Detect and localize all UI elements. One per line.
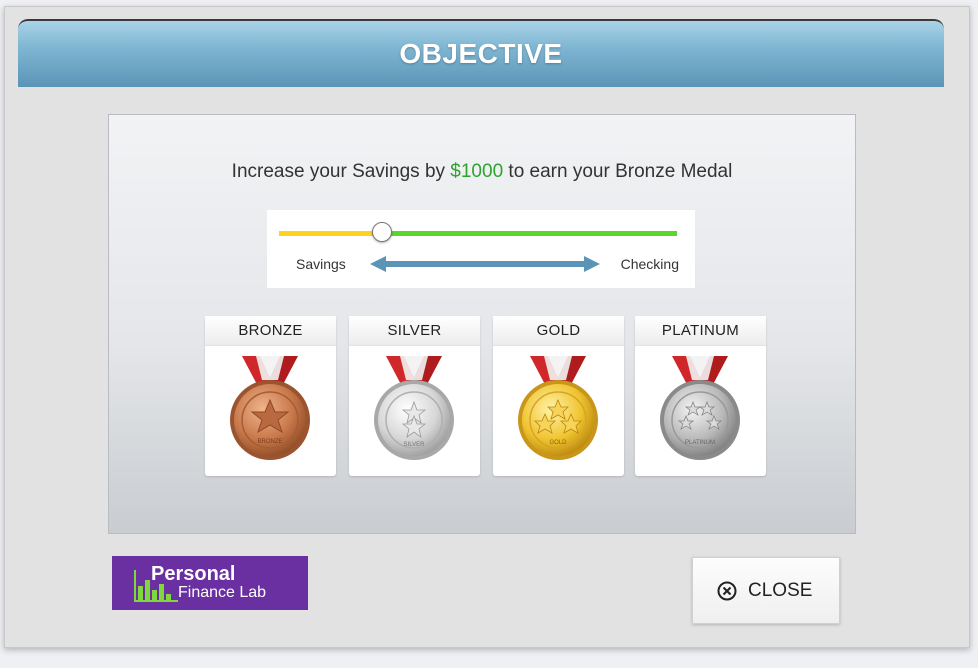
dialog-title: OBJECTIVE — [399, 38, 563, 69]
medal-card-platinum: PLATINUM PLATINUM — [635, 316, 766, 476]
medal-title: GOLD — [493, 316, 624, 346]
double-arrow-icon — [370, 256, 600, 272]
close-button-label: CLOSE — [748, 580, 813, 601]
objective-text: Increase your Savings by $1000 to earn y… — [109, 161, 855, 183]
close-circle-icon — [717, 581, 737, 601]
bronze-medal-icon: BRONZE — [230, 356, 310, 460]
savings-label: Savings — [296, 256, 346, 272]
checking-label: Checking — [620, 256, 679, 272]
close-button[interactable]: CLOSE — [692, 557, 840, 624]
objective-amount: $1000 — [450, 161, 504, 182]
savings-track — [279, 231, 383, 236]
medal-inscription: GOLD — [549, 440, 567, 446]
medal-card-bronze: BRONZE BRONZE — [205, 316, 336, 476]
platinum-medal-icon: PLATINUM — [660, 356, 740, 460]
medal-inscription: BRONZE — [257, 439, 282, 445]
medal-title: PLATINUM — [635, 316, 766, 346]
logo-line2: Finance Lab — [178, 584, 267, 601]
dialog-header: OBJECTIVE — [18, 19, 944, 87]
medal-inscription: SILVER — [404, 442, 426, 448]
slider-thumb[interactable] — [372, 222, 393, 242]
savings-checking-slider: Savings Checking — [267, 210, 695, 288]
checking-track — [382, 231, 677, 236]
objective-panel: Increase your Savings by $1000 to earn y… — [108, 114, 856, 534]
silver-medal-icon: SILVER — [374, 356, 454, 460]
logo-line1: Personal — [151, 563, 236, 585]
medal-card-gold: GOLD GOLD — [493, 316, 624, 476]
gold-medal-icon: GOLD — [518, 356, 598, 460]
objective-suffix: to earn your Bronze Medal — [503, 161, 733, 182]
medal-inscription: PLATINUM — [685, 440, 715, 446]
medal-card-silver: SILVER SILVER — [349, 316, 480, 476]
objective-prefix: Increase your Savings by — [231, 161, 451, 182]
personal-finance-lab-logo: Personal Finance Lab — [112, 556, 308, 610]
medal-title: BRONZE — [205, 316, 336, 346]
medal-title: SILVER — [349, 316, 480, 346]
